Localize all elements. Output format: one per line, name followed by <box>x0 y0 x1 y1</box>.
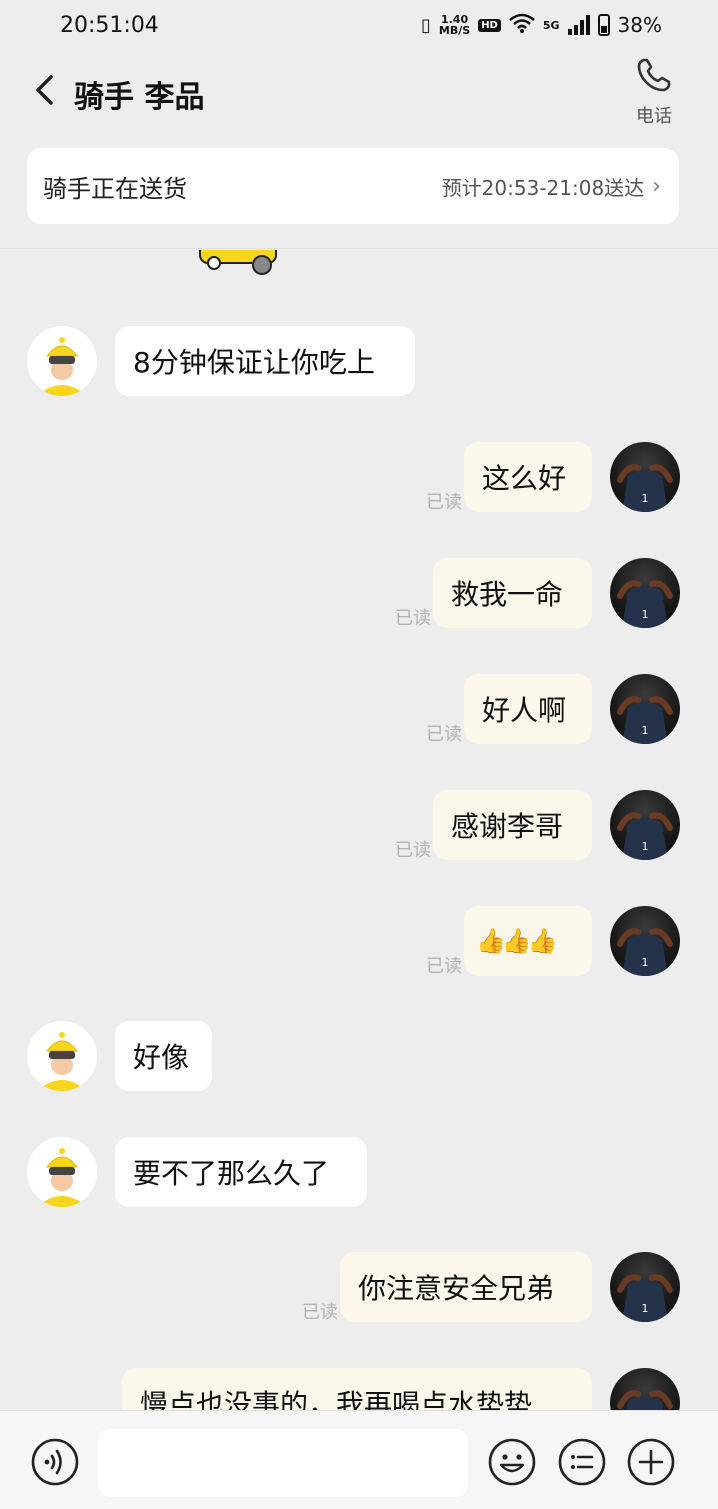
svg-text:1: 1 <box>642 840 649 853</box>
back-button[interactable] <box>28 70 60 110</box>
scooter-sticker <box>196 250 282 277</box>
delivery-status-card[interactable]: 骑手正在送货 预计20:53-21:08送达 › <box>27 148 679 224</box>
message-bubble[interactable]: 👍👍👍 <box>464 906 592 976</box>
delivery-eta-link[interactable]: 预计20:53-21:08送达 › <box>442 172 661 201</box>
message-item: 已读 这么好 1 <box>0 442 718 513</box>
user-avatar[interactable]: 1 <box>610 1252 680 1322</box>
user-avatar[interactable]: 1 <box>610 906 680 976</box>
read-status: 已读 <box>395 840 431 861</box>
emoji-button[interactable] <box>487 1437 537 1487</box>
battery-icon <box>597 14 610 36</box>
message-bubble[interactable]: 8分钟保证让你吃上 <box>115 326 415 396</box>
quick-reply-button[interactable] <box>557 1437 607 1487</box>
chevron-left-icon <box>36 75 53 105</box>
phone-icon <box>637 58 671 92</box>
read-status: 已读 <box>426 724 462 745</box>
message-item: 已读 救我一命 1 <box>0 558 718 629</box>
user-avatar[interactable]: 1 <box>610 790 680 860</box>
message-item: 好像 <box>0 1021 718 1091</box>
message-item: 8分钟保证让你吃上 <box>0 326 718 396</box>
user-avatar[interactable]: 1 <box>610 674 680 744</box>
network-type: 5G <box>542 18 560 32</box>
list-icon <box>558 1438 606 1486</box>
message-bubble[interactable]: 感谢李哥 <box>433 790 592 860</box>
call-label: 电话 <box>636 106 672 127</box>
message-bubble[interactable]: 要不了那么久了 <box>115 1137 367 1207</box>
chat-header: 骑手 李品 电话 <box>0 52 718 132</box>
message-bubble[interactable]: 救我一命 <box>433 558 592 628</box>
svg-text:1: 1 <box>642 956 649 969</box>
plus-icon <box>627 1438 675 1486</box>
net-speed: 1.40 MB/S <box>438 13 471 37</box>
status-time: 20:51:04 <box>60 12 159 38</box>
chevron-right-icon: › <box>652 173 661 199</box>
signal-icon <box>567 15 590 35</box>
rider-avatar[interactable] <box>27 326 97 396</box>
status-bar: 20:51:04 ▯ 1.40 MB/S HD 5G 38% <box>0 0 718 50</box>
message-item: 已读 感谢李哥 1 <box>0 790 718 861</box>
hd-badge: HD <box>478 18 501 32</box>
read-status: 已读 <box>302 1302 338 1323</box>
delivery-status: 骑手正在送货 <box>43 174 187 203</box>
message-bubble[interactable]: 慢点也没事的，我再喝点水垫垫 <box>122 1368 592 1410</box>
read-status: 已读 <box>426 492 462 513</box>
voice-icon <box>31 1438 79 1486</box>
status-icons: ▯ 1.40 MB/S HD 5G 38% <box>421 13 662 38</box>
vibrate-icon: ▯ <box>421 14 431 36</box>
svg-text:1: 1 <box>642 1302 649 1315</box>
chat-message-list[interactable]: 8分钟保证让你吃上 已读 这么好 1 已读 救我一命 1 已读 好人啊 1 已读… <box>0 250 718 1410</box>
message-item: 已读 你注意安全兄弟 1 <box>0 1252 718 1323</box>
voice-button[interactable] <box>30 1437 80 1487</box>
message-bubble[interactable]: 这么好 <box>464 442 592 512</box>
message-item: 已读 👍👍👍 1 <box>0 906 718 977</box>
rider-avatar[interactable] <box>27 1021 97 1091</box>
message-item: 慢点也没事的，我再喝点水垫垫 1 <box>0 1368 718 1410</box>
message-bubble[interactable]: 好像 <box>115 1021 212 1091</box>
message-input[interactable] <box>98 1429 468 1497</box>
message-item: 要不了那么久了 <box>0 1137 718 1207</box>
message-bubble[interactable]: 你注意安全兄弟 <box>340 1252 592 1322</box>
wifi-icon <box>509 13 535 38</box>
more-button[interactable] <box>626 1437 676 1487</box>
rider-avatar[interactable] <box>27 1137 97 1207</box>
header-divider <box>0 248 718 249</box>
call-button[interactable]: 电话 <box>626 52 682 132</box>
battery-percent: 38% <box>617 13 662 37</box>
message-bubble[interactable]: 好人啊 <box>464 674 592 744</box>
message-item: 已读 好人啊 1 <box>0 674 718 745</box>
delivery-eta: 预计20:53-21:08送达 <box>441 175 645 200</box>
svg-text:1: 1 <box>642 608 649 621</box>
user-avatar[interactable]: 1 <box>610 1368 680 1410</box>
page-title: 骑手 李品 <box>74 80 205 115</box>
read-status: 已读 <box>426 956 462 977</box>
emoji-icon <box>488 1438 536 1486</box>
input-bar <box>0 1410 718 1509</box>
user-avatar[interactable]: 1 <box>610 558 680 628</box>
read-status: 已读 <box>395 608 431 629</box>
svg-text:1: 1 <box>642 492 649 505</box>
user-avatar[interactable]: 1 <box>610 442 680 512</box>
svg-text:1: 1 <box>642 724 649 737</box>
